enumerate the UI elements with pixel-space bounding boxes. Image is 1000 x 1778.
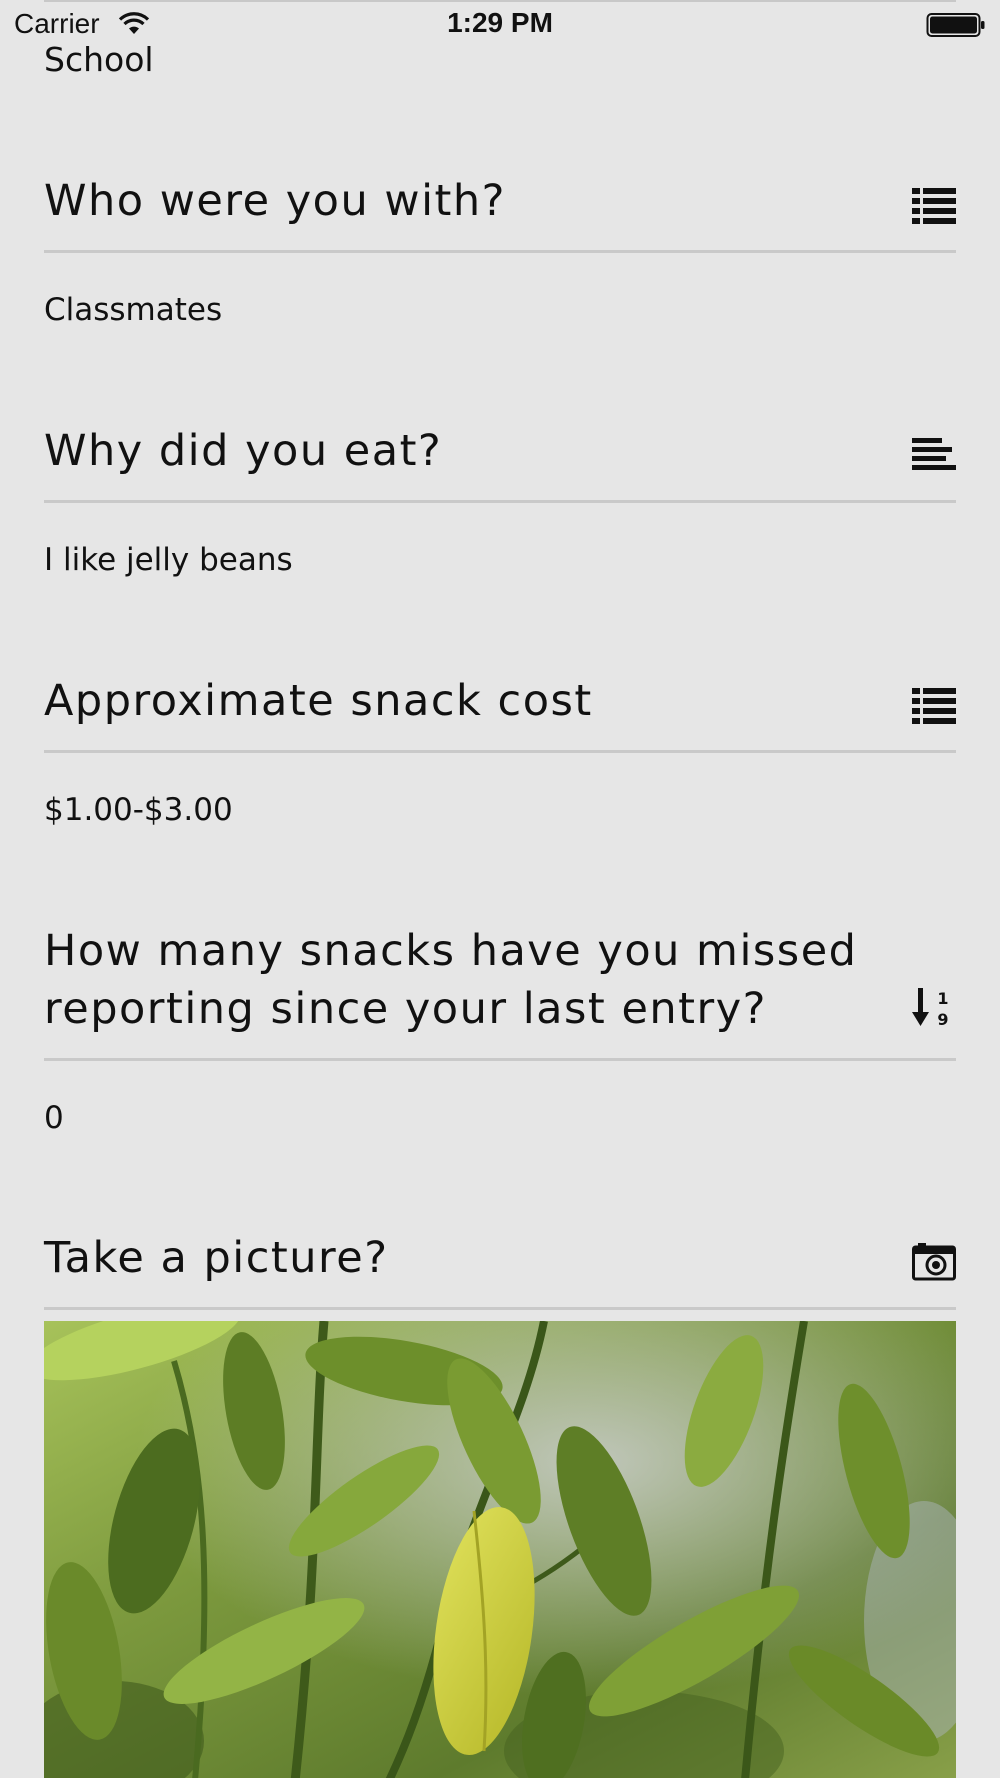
question-title-line-1: How many snacks have you missed bbox=[44, 926, 858, 976]
answer-value[interactable]: I like jelly beans bbox=[44, 542, 293, 578]
question-divider bbox=[44, 500, 956, 503]
battery-icon bbox=[926, 13, 985, 37]
question-title-line-2: reporting since your last entry? bbox=[44, 984, 767, 1034]
question-title: Take a picture? bbox=[44, 1233, 389, 1283]
question-title: Who were you with? bbox=[44, 176, 506, 226]
camera-icon bbox=[912, 1243, 956, 1281]
question-divider bbox=[44, 250, 956, 253]
question-divider bbox=[44, 1058, 956, 1061]
previous-answer: School bbox=[44, 40, 154, 79]
svg-text:1: 1 bbox=[937, 989, 948, 1008]
answer-value[interactable]: $1.00-$3.00 bbox=[44, 792, 233, 828]
text-lines-icon bbox=[912, 438, 956, 470]
plant-photo-image bbox=[44, 1321, 956, 1778]
question-title: Approximate snack cost bbox=[44, 676, 593, 726]
list-icon bbox=[912, 188, 956, 224]
survey-screen: Carrier 1:29 PM School Who were you with… bbox=[0, 0, 1000, 1778]
clock: 1:29 PM bbox=[447, 7, 553, 38]
question-divider bbox=[44, 750, 956, 753]
numeric-sort-icon: 1 9 bbox=[912, 988, 949, 1028]
question-title: Why did you eat? bbox=[44, 426, 443, 476]
plant-photo[interactable] bbox=[44, 1321, 956, 1778]
list-icon bbox=[912, 688, 956, 724]
question-divider bbox=[44, 1307, 956, 1310]
answer-value[interactable]: Classmates bbox=[44, 292, 222, 328]
svg-text:9: 9 bbox=[937, 1010, 948, 1028]
answer-value[interactable]: 0 bbox=[44, 1100, 64, 1136]
